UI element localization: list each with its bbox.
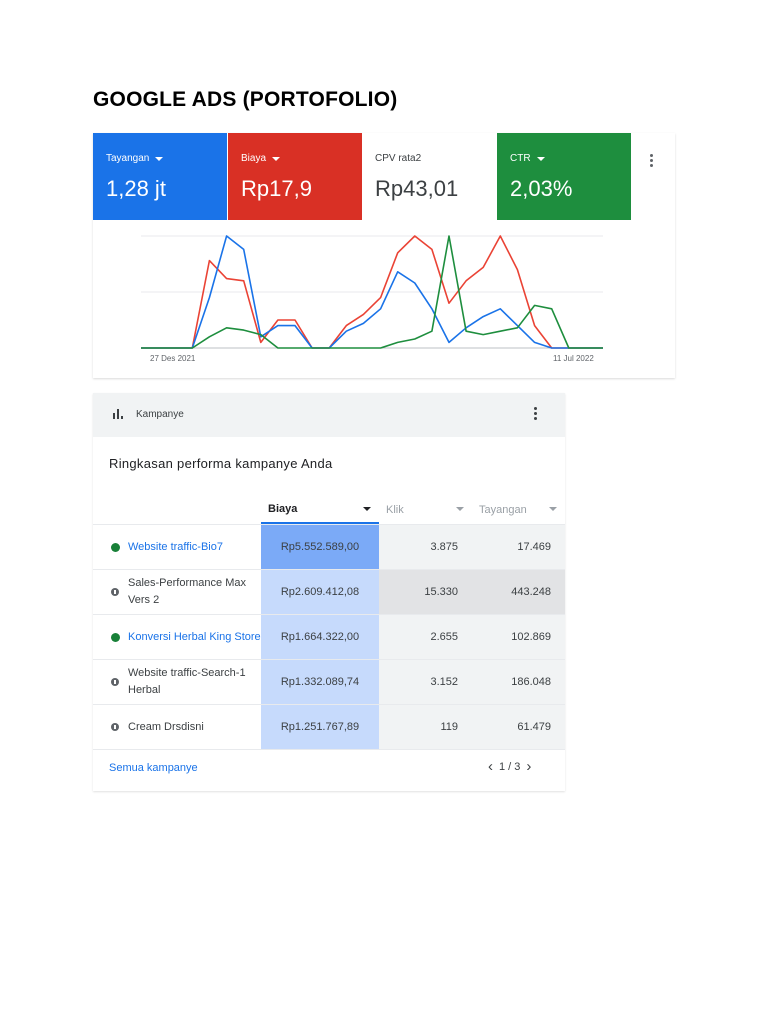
table-row[interactable]: Cream Drsdisni Rp1.251.767,89 119 61.479 bbox=[93, 705, 565, 750]
table-header: Biaya Klik Tayangan bbox=[93, 496, 565, 525]
caret-down-icon[interactable] bbox=[456, 507, 464, 511]
table-row[interactable]: Sales-Performance Max Vers 2 Rp2.609.412,… bbox=[93, 570, 565, 615]
metrics-chart-card: Tayangan 1,28 jt Biaya Rp17,9 CPV rata2 … bbox=[93, 133, 675, 378]
campaign-name: Cream Drsdisni bbox=[128, 720, 204, 733]
caret-down-icon[interactable] bbox=[549, 507, 557, 511]
caret-down-icon[interactable] bbox=[155, 156, 164, 161]
table-body: Website traffic-Bio7 Rp5.552.589,00 3.875 1… bbox=[93, 525, 565, 750]
caret-down-icon[interactable] bbox=[272, 156, 281, 161]
clicks-cell: 119 bbox=[379, 705, 472, 749]
metric-tile-ctr[interactable]: CTR 2,03% bbox=[497, 133, 631, 220]
cost-cell: Rp5.552.589,00 bbox=[261, 525, 379, 569]
clicks-cell: 2.655 bbox=[379, 615, 472, 659]
metric-value: Rp17,9 bbox=[241, 176, 312, 201]
metric-label: Biaya bbox=[241, 153, 267, 164]
metric-tile-avg-cpv[interactable]: CPV rata2 Rp43,01 bbox=[362, 133, 496, 220]
clicks-cell: 3.875 bbox=[379, 525, 472, 569]
metric-value: Rp43,01 bbox=[375, 176, 459, 201]
metric-value: 2,03% bbox=[510, 176, 573, 201]
chevron-left-icon[interactable]: ‹ bbox=[488, 759, 493, 774]
campaign-name: Sales-Performance Max Vers 2 bbox=[128, 577, 246, 606]
views-cell: 443.248 bbox=[472, 570, 565, 614]
cost-cell: Rp2.609.412,08 bbox=[261, 570, 379, 614]
campaign-card: Kampanye Ringkasan performa kampanye And… bbox=[93, 393, 565, 791]
card-subtitle: Ringkasan performa kampanye Anda bbox=[109, 456, 333, 471]
performance-line-chart: 27 Des 2021 11 Jul 2022 bbox=[141, 235, 603, 363]
campaign-name[interactable]: Konversi Herbal King Store bbox=[93, 615, 261, 659]
views-cell: 102.869 bbox=[472, 615, 565, 659]
cost-cell: Rp1.251.767,89 bbox=[261, 705, 379, 749]
column-header-cost[interactable]: Biaya bbox=[261, 496, 379, 524]
metric-label: CTR bbox=[510, 153, 531, 164]
table-row[interactable]: Website traffic-Bio7 Rp5.552.589,00 3.875 1… bbox=[93, 525, 565, 570]
more-options-icon[interactable] bbox=[533, 407, 537, 420]
card-header-title: Kampanye bbox=[136, 409, 184, 420]
views-cell: 17.469 bbox=[472, 525, 565, 569]
column-header-views[interactable]: Tayangan bbox=[472, 496, 565, 524]
table-row[interactable]: Website traffic-Search-1 Herbal Rp1.332.0… bbox=[93, 660, 565, 705]
pagination: ‹ 1 / 3 › bbox=[488, 759, 531, 774]
metric-tile-views[interactable]: Tayangan 1,28 jt bbox=[93, 133, 227, 220]
views-cell: 186.048 bbox=[472, 660, 565, 704]
all-campaigns-link[interactable]: Semua kampanye bbox=[109, 762, 198, 774]
column-header-clicks[interactable]: Klik bbox=[379, 496, 472, 524]
clicks-cell: 3.152 bbox=[379, 660, 472, 704]
x-axis-start-label: 27 Des 2021 bbox=[150, 354, 196, 363]
metric-label: Tayangan bbox=[106, 153, 150, 164]
bar-chart-icon bbox=[113, 409, 125, 419]
cost-cell: Rp1.664.322,00 bbox=[261, 615, 379, 659]
cost-cell: Rp1.332.089,74 bbox=[261, 660, 379, 704]
views-cell: 61.479 bbox=[472, 705, 565, 749]
campaign-name[interactable]: Website traffic-Bio7 bbox=[93, 525, 261, 569]
campaign-name: Website traffic-Search-1 Herbal bbox=[128, 667, 246, 696]
card-header: Kampanye bbox=[93, 393, 565, 437]
chevron-right-icon[interactable]: › bbox=[526, 759, 531, 774]
pagination-label: 1 / 3 bbox=[499, 761, 521, 773]
table-row[interactable]: Konversi Herbal King Store Rp1.664.322,00… bbox=[93, 615, 565, 660]
caret-down-icon[interactable] bbox=[363, 507, 371, 511]
metric-label: CPV rata2 bbox=[375, 153, 422, 164]
clicks-cell: 15.330 bbox=[379, 570, 472, 614]
metric-tile-cost[interactable]: Biaya Rp17,9 bbox=[228, 133, 362, 220]
page-title: GOOGLE ADS (PORTOFOLIO) bbox=[93, 88, 398, 111]
x-axis-end-label: 11 Jul 2022 bbox=[553, 354, 594, 363]
caret-down-icon[interactable] bbox=[536, 156, 545, 161]
campaign-table: Biaya Klik Tayangan Website traffic-Bio7… bbox=[93, 496, 565, 750]
more-options-icon[interactable] bbox=[649, 154, 653, 167]
metric-value: 1,28 jt bbox=[106, 176, 166, 201]
